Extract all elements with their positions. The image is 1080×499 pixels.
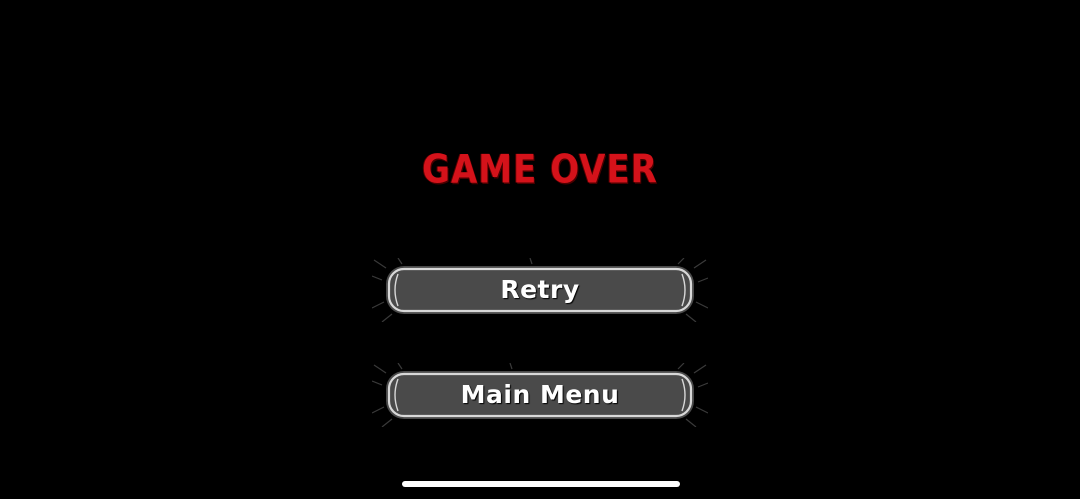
main-menu-button-label: Main Menu	[460, 380, 620, 409]
retry-button[interactable]: Retry	[372, 258, 708, 322]
game-over-title: GAME OVER	[422, 147, 658, 193]
main-menu-button[interactable]: Main Menu	[372, 363, 708, 427]
retry-button-label: Retry	[500, 275, 580, 304]
home-indicator[interactable]	[402, 481, 680, 487]
